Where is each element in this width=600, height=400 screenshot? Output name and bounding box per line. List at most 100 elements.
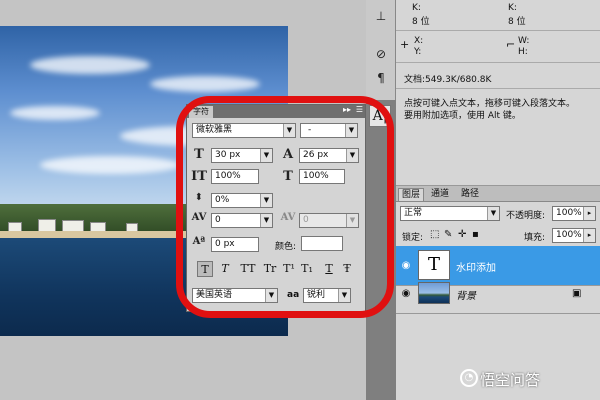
w-label: W: <box>518 36 530 46</box>
vertical-scale-icon: IT <box>191 169 207 184</box>
crosshair-icon: + <box>400 38 410 51</box>
superscript-button[interactable]: T¹ <box>281 261 297 277</box>
anti-alias-icon: aa <box>287 290 300 300</box>
faux-italic-button[interactable]: T <box>217 261 233 277</box>
chevron-down-icon: ▼ <box>346 149 358 162</box>
horizontal-scale-field[interactable]: 100% <box>299 169 345 184</box>
chevron-down-icon: ▼ <box>260 214 272 227</box>
stamp-icon[interactable]: ⊥ <box>373 8 389 24</box>
kerning-select[interactable]: 0% ▼ <box>211 193 273 208</box>
tracking-icon: AV <box>191 212 207 223</box>
language-select[interactable]: 美国英语 ▼ <box>192 288 278 303</box>
horizontal-scale-icon: T <box>283 169 293 184</box>
opacity-field[interactable]: 100% ▸ <box>552 206 596 221</box>
watermark-text: 悟空问答 <box>480 371 541 389</box>
selection-size-icon: ⌐ <box>506 38 516 51</box>
font-style-select[interactable]: - ▼ <box>300 123 358 138</box>
lock-all-icon[interactable]: ▪ <box>472 229 479 240</box>
blend-mode-select[interactable]: 正常 ▼ <box>400 206 500 221</box>
chevron-down-icon: ▼ <box>346 214 358 227</box>
text-color-swatch[interactable] <box>301 236 343 251</box>
chevron-down-icon: ▼ <box>487 207 499 220</box>
vertical-scale-value: 100% <box>215 171 241 181</box>
kerning-value: 0% <box>215 195 230 205</box>
leading-value: 26 px <box>303 150 329 160</box>
tab-channels[interactable]: 通道 <box>428 188 452 201</box>
lock-pixels-icon[interactable]: ✎ <box>444 229 452 240</box>
small-caps-button[interactable]: Tr <box>261 261 279 277</box>
panel-toolstrip: ⊥ ⊘ ¶ <box>366 0 396 100</box>
y-label: Y: <box>414 47 422 57</box>
layer-name: 水印添加 <box>456 263 496 274</box>
x-label: X: <box>414 36 424 46</box>
layers-panel: 图层 通道 路径 正常 ▼ 不透明度: 100% ▸ 锁定: ⬚ ✎ ✛ ▪ 填… <box>396 185 600 400</box>
collapse-icon[interactable]: ▸▸ <box>343 105 351 114</box>
tab-paths[interactable]: 路径 <box>458 188 482 201</box>
subscript-button[interactable]: T₁ <box>299 261 315 277</box>
baseline-shift-field[interactable]: 0 px <box>211 237 259 252</box>
font-family-select[interactable]: 微软雅黑 ▼ <box>192 123 296 138</box>
tab-character[interactable]: 字符 <box>189 106 213 118</box>
anti-alias-select[interactable]: 锐利 ▼ <box>303 288 351 303</box>
chevron-down-icon: ▼ <box>345 124 357 137</box>
tab-layers[interactable]: 图层 <box>398 188 425 201</box>
fill-value: 100% <box>556 230 582 240</box>
panel-menu-icon[interactable]: ☰ <box>356 105 363 114</box>
opacity-label: 不透明度: <box>506 211 546 221</box>
font-size-icon: T <box>194 147 204 162</box>
fill-field[interactable]: 100% ▸ <box>552 228 596 243</box>
underline-button[interactable]: T <box>321 261 337 277</box>
paragraph-icon[interactable]: ¶ <box>373 70 389 86</box>
vertical-scale-field[interactable]: 100% <box>211 169 259 184</box>
character-panel: 字符 ▸▸ ☰ 微软雅黑 ▼ - ▼ T 30 px ▼ A 26 px ▼ I… <box>186 104 366 312</box>
tracking-select[interactable]: 0 ▼ <box>211 213 273 228</box>
character-panel-button[interactable]: A| <box>369 105 391 127</box>
chevron-right-icon: ▸ <box>583 229 595 242</box>
visibility-eye-icon[interactable]: ◉ <box>399 287 413 301</box>
chevron-right-icon: ▸ <box>583 207 595 220</box>
language-value: 美国英语 <box>196 290 233 300</box>
chevron-down-icon: ▼ <box>338 289 350 302</box>
horizontal-scale-value: 100% <box>303 171 329 181</box>
layer-name: 背景 <box>456 291 476 302</box>
leading-field[interactable]: 26 px ▼ <box>299 148 359 163</box>
kern-pair-select[interactable]: 0 ▼ <box>299 213 359 228</box>
chevron-down-icon: ▼ <box>260 149 272 162</box>
kern-pair-value: 0 <box>303 215 309 225</box>
tracking-value: 0 <box>215 215 221 225</box>
all-caps-button[interactable]: TT <box>237 261 259 277</box>
k-label-2: K: <box>508 3 517 13</box>
character-panel-header: 字符 ▸▸ ☰ <box>187 105 365 118</box>
baseline-shift-icon: Aª <box>192 236 206 247</box>
baseline-shift-value: 0 px <box>215 239 235 249</box>
chevron-down-icon: ▼ <box>265 289 277 302</box>
faux-bold-button[interactable]: T <box>197 261 213 277</box>
font-size-field[interactable]: 30 px ▼ <box>211 148 273 163</box>
layers-panel-tabs: 图层 通道 路径 <box>396 186 600 202</box>
font-size-value: 30 px <box>215 150 241 160</box>
chevron-down-icon: ▼ <box>260 194 272 207</box>
lock-icon: ▣ <box>572 288 582 299</box>
chevron-down-icon: ▼ <box>283 124 295 137</box>
opacity-value: 100% <box>556 208 582 218</box>
font-family-value: 微软雅黑 <box>196 125 233 135</box>
bit-depth-right: 8 位 <box>508 17 526 27</box>
color-label: 颜色: <box>275 242 297 252</box>
lock-transparency-icon[interactable]: ⬚ <box>430 229 439 240</box>
kern-pair-icon: AV <box>280 212 296 223</box>
document-size: 文档:549.3K/680.8K <box>404 75 492 85</box>
kerning-icon: ⬍ <box>194 192 204 203</box>
fill-label: 填充: <box>524 233 546 243</box>
anti-alias-value: 锐利 <box>307 290 326 300</box>
lock-position-icon[interactable]: ✛ <box>458 229 466 240</box>
bit-depth-left: 8 位 <box>412 17 430 27</box>
blend-mode-value: 正常 <box>404 208 423 218</box>
layer-row-background[interactable]: ◉ 背景 ▣ <box>396 274 600 314</box>
strikethrough-button[interactable]: Ŧ <box>339 261 355 277</box>
visibility-eye-icon[interactable]: ◉ <box>399 259 413 273</box>
watermark-logo-icon: ◔ <box>460 369 478 387</box>
brush-icon[interactable]: ⊘ <box>373 46 389 62</box>
k-label: K: <box>412 3 421 13</box>
lock-label: 锁定: <box>402 233 424 243</box>
info-panel: K: K: 8 位 8 位 + X: Y: ⌐ W: H: 文档:549.3K/… <box>396 0 600 185</box>
